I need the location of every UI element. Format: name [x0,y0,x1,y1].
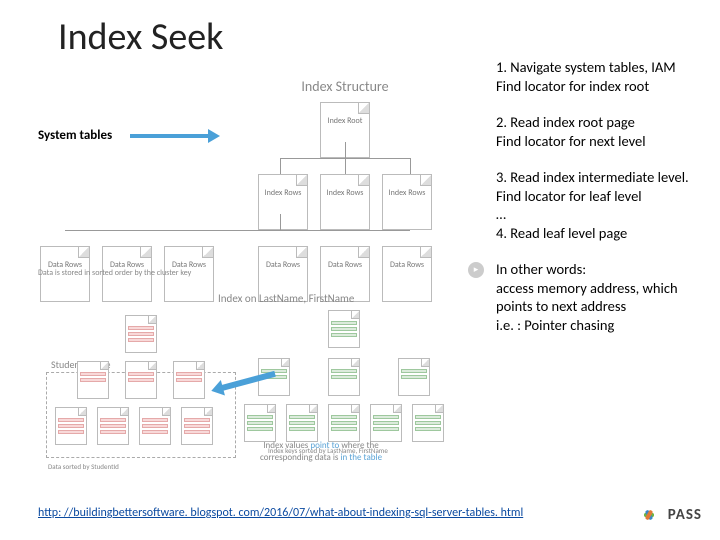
diagram-caption: Data is stored in sorted order by the cl… [38,268,191,278]
caption-part: Index values [263,440,308,451]
index-leaf-page [412,404,444,442]
step-text: In other words: [496,260,586,278]
table-mid-page [173,361,205,399]
index-leaf-page [244,404,276,442]
pass-star-icon [636,502,662,528]
diagram-title: Index Structure [210,78,480,95]
page-title: Index Seek [58,14,223,60]
step-text: 3. Read index intermediate level. Find l… [496,168,689,205]
index-leaf-page [328,404,360,442]
caption-part: in the table [340,452,382,463]
step-text: 4. Read leaf level page [496,224,627,242]
page-label: Data Rows [390,260,424,270]
step-text: i.e. : Pointer chasing [496,316,614,334]
index-page [328,358,360,396]
index-rows-page: Index Rows [258,174,308,230]
system-tables-arrow [130,134,210,138]
caption-part: corresponding data is [260,452,338,463]
table-leaf-page [139,407,171,445]
index-leaf-page [370,404,402,442]
pass-logo-text: PASS [668,506,702,524]
index-rows-page: Index Rows [382,174,432,230]
diagram-b-title: Index on LastName, FirstName [218,292,354,305]
table-leaf-page [181,407,213,445]
caption-part: point to [310,440,339,451]
table-mid-page [77,361,109,399]
sorted-left-caption: Data sorted by StudentId [48,462,119,471]
page-label: Data Rows [328,260,362,270]
table-mid-page [125,361,157,399]
steps-column: 1. Navigate system tables, IAM Find loca… [496,58,710,353]
source-url-link[interactable]: http: //buildingbettersoftware. blogspot… [38,506,523,520]
page-label: Index Rows [265,188,302,198]
step-text: 2. Read index root page [496,113,635,131]
pass-logo: PASS [636,502,702,528]
system-tables-label: System tables [38,128,112,143]
step-text: Find locator for index root [496,77,649,95]
step-text: Find locator for next level [496,132,646,150]
step-1: 1. Navigate system tables, IAM Find loca… [496,58,710,95]
caption-part: where the [341,440,378,451]
table-leaf-page [97,407,129,445]
index-on-name-diagram: Index on LastName, FirstName Students Ta… [38,292,478,472]
table-leaf-page [55,407,87,445]
page-label: Index Root [328,116,363,126]
index-page [328,310,360,348]
play-icon: ▸ [468,262,484,278]
page-label: Index Rows [327,188,364,198]
step-text: … [496,205,506,223]
step-3-4: 3. Read index intermediate level. Find l… [496,168,710,242]
step-2: 2. Read index root page Find locator for… [496,113,710,150]
page-label: Data Rows [266,260,300,270]
summary: In other words: access memory address, w… [496,260,710,334]
bottom-caption: Index values point to where the correspo… [260,440,382,463]
table-root-page [125,315,157,353]
page-label: Index Rows [389,188,426,198]
step-text: 1. Navigate system tables, IAM [496,58,676,76]
index-leaf-page [286,404,318,442]
index-rows-page: Index Rows [320,174,370,230]
index-structure-diagram: Index Structure Index Root Index Rows In… [210,78,480,286]
step-text: access memory address, which points to n… [496,279,678,316]
students-table-box: Students Table [46,372,236,458]
index-page [398,358,430,396]
